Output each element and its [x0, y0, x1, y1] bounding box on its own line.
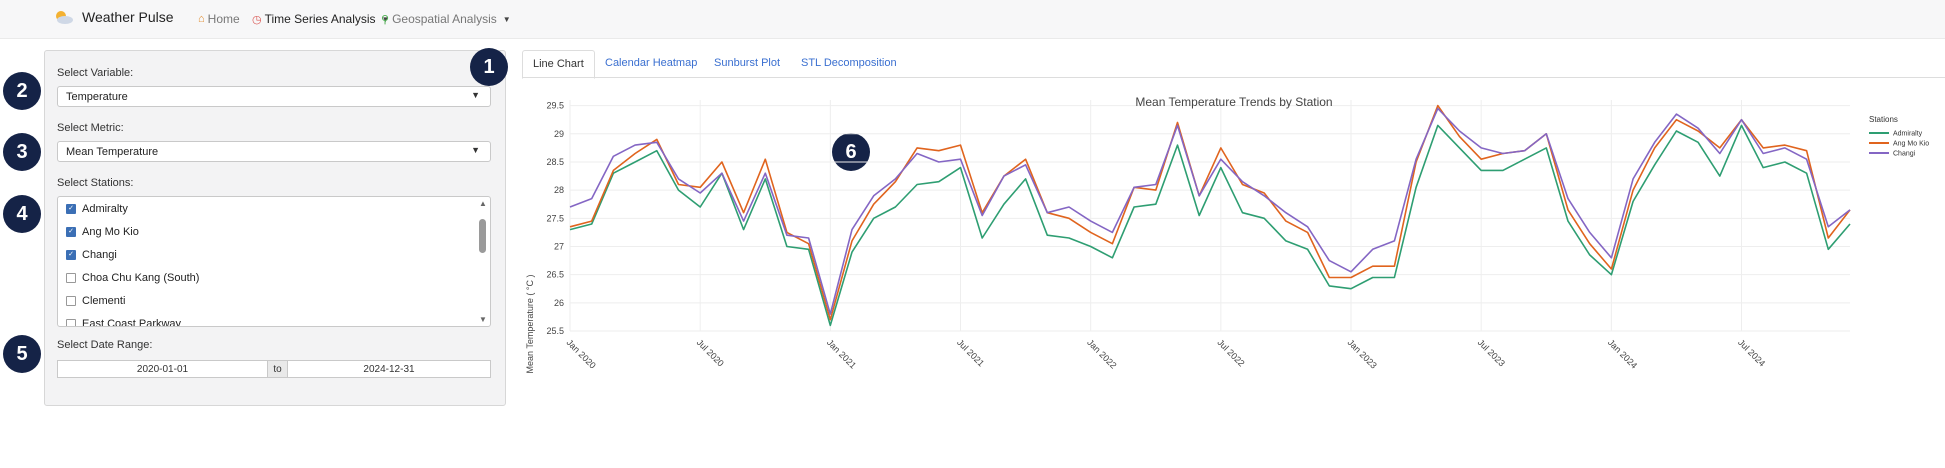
checkbox-unchecked[interactable] — [66, 273, 76, 283]
scrollbar-thumb[interactable] — [479, 219, 486, 253]
top-navbar: Weather Pulse ⌂ Home ◷ Time Series Analy… — [0, 0, 1945, 39]
x-tick-label: Jan 2023 — [1346, 337, 1379, 370]
chart-series — [569, 104, 1851, 327]
annotation-badge-2: 2 — [3, 72, 41, 110]
y-axis-label: Mean Temperature ( °C ) — [525, 275, 535, 374]
x-tick-label: Jul 2020 — [695, 337, 726, 368]
y-tick-label: 27 — [554, 241, 564, 251]
station-option[interactable]: Choa Chu Kang (South) — [66, 272, 199, 284]
y-tick-label: 29.5 — [546, 101, 564, 111]
nav-time-series-label: Time Series Analysis — [264, 12, 376, 26]
station-option[interactable]: ✓ Admiralty — [66, 203, 128, 215]
annotation-badge-3: 3 — [3, 133, 41, 171]
station-option[interactable]: ✓ Ang Mo Kio — [66, 226, 139, 238]
variable-select[interactable]: Temperature ▼ — [57, 86, 491, 107]
checkbox-unchecked[interactable] — [66, 319, 76, 326]
station-option-label: Ang Mo Kio — [82, 226, 139, 238]
tab-line-chart[interactable]: Line Chart — [522, 50, 595, 79]
tab-divider — [522, 77, 1945, 78]
legend-item-label[interactable]: Ang Mo Kio — [1893, 141, 1929, 148]
chevron-down-icon: ▼ — [471, 145, 480, 155]
legend-title: Stations — [1869, 115, 1898, 124]
x-tick-label: Jul 2021 — [955, 337, 986, 368]
station-option[interactable]: Clementi — [66, 295, 125, 307]
date-range-separator: to — [267, 360, 288, 378]
y-tick-label: 28.5 — [546, 157, 564, 167]
tab-calendar-heatmap[interactable]: Calendar Heatmap — [605, 50, 697, 77]
line-chart: Mean Temperature Trends by Station Mean … — [525, 95, 1929, 374]
x-tick-label: Jan 2021 — [825, 337, 858, 370]
annotation-badge-5: 5 — [3, 335, 41, 373]
station-option-label: Choa Chu Kang (South) — [82, 272, 200, 284]
chevron-down-icon: ▼ — [471, 90, 480, 100]
nav-geospatial-label: Geospatial Analysis — [392, 12, 497, 26]
legend-item-label[interactable]: Admiralty — [1893, 131, 1923, 138]
nav-geospatial-analysis[interactable]: ⚲ Geospatial Analysis ▼ — [381, 12, 511, 26]
stations-label: Select Stations: — [57, 177, 134, 189]
home-icon: ⌂ — [198, 13, 205, 25]
x-tick-label: Jan 2022 — [1085, 337, 1118, 370]
annotation-badge-4: 4 — [3, 195, 41, 233]
scroll-down-icon[interactable]: ▼ — [478, 315, 488, 324]
x-axis-ticks: Jan 2020 Jul 2020 Jan 2021 Jul 2021 Jan 2022… — [565, 337, 1768, 370]
legend-item-label[interactable]: Changi — [1893, 151, 1916, 158]
nav-home-label: Home — [207, 12, 240, 26]
y-tick-label: 26.5 — [546, 270, 564, 280]
stations-listbox[interactable]: ✓ Admiralty ✓ Ang Mo Kio ✓ Changi Choa C… — [57, 196, 491, 327]
station-option-label: Changi — [82, 249, 117, 261]
date-range-label: Select Date Range: — [57, 339, 153, 351]
y-axis-ticks: 25.5 26 26.5 27 27.5 28 28.5 29 29.5 — [546, 101, 564, 336]
chart-legend[interactable]: Stations Admiralty Ang Mo Kio Changi — [1869, 115, 1929, 158]
chevron-down-icon: ▼ — [502, 14, 511, 24]
station-option[interactable]: ✓ Changi — [66, 249, 117, 261]
nav-home[interactable]: ⌂ Home — [198, 12, 240, 26]
x-tick-label: Jan 2020 — [565, 337, 598, 370]
date-end-input[interactable]: 2024-12-31 — [287, 360, 491, 378]
checkbox-checked[interactable]: ✓ — [66, 204, 76, 214]
x-tick-label: Jan 2024 — [1606, 337, 1639, 370]
nav-time-series-analysis[interactable]: ◷ Time Series Analysis ▼ — [252, 12, 389, 26]
station-option[interactable]: East Coast Parkway — [66, 318, 182, 327]
brand[interactable]: Weather Pulse — [52, 9, 174, 25]
station-option-label: East Coast Parkway — [82, 318, 182, 327]
sun-cloud-icon — [52, 9, 74, 25]
series-line-admiralty[interactable] — [569, 124, 1851, 327]
stations-scrollbar[interactable]: ▲ ▼ — [478, 199, 488, 324]
annotation-badge-1: 1 — [470, 48, 508, 86]
x-tick-label: Jul 2024 — [1736, 337, 1767, 368]
checkbox-unchecked[interactable] — [66, 296, 76, 306]
metric-select-value: Mean Temperature — [66, 146, 159, 158]
clock-icon: ◷ — [252, 13, 262, 26]
tab-stl-decomposition[interactable]: STL Decomposition — [801, 50, 897, 77]
y-tick-label: 25.5 — [546, 326, 564, 336]
scroll-up-icon[interactable]: ▲ — [478, 199, 488, 208]
variable-label: Select Variable: — [57, 67, 134, 79]
checkbox-checked[interactable]: ✓ — [66, 227, 76, 237]
variable-select-value: Temperature — [66, 91, 128, 103]
app-title: Weather Pulse — [82, 9, 174, 25]
station-option-label: Clementi — [82, 295, 126, 307]
station-option-label: Admiralty — [82, 203, 128, 215]
sidebar-panel: Select Variable: Temperature ▼ Select Me… — [44, 50, 506, 406]
metric-select[interactable]: Mean Temperature ▼ — [57, 141, 491, 162]
y-tick-label: 27.5 — [546, 213, 564, 223]
y-tick-label: 28 — [554, 185, 564, 195]
chart-title: Mean Temperature Trends by Station — [1135, 95, 1332, 109]
map-pin-icon: ⚲ — [381, 13, 390, 26]
metric-label: Select Metric: — [57, 122, 124, 134]
tab-sunburst-plot[interactable]: Sunburst Plot — [714, 50, 780, 77]
x-tick-label: Jul 2023 — [1476, 337, 1507, 368]
series-line-changi[interactable] — [569, 107, 1851, 315]
chart-grid — [569, 100, 1850, 332]
x-tick-label: Jul 2022 — [1215, 337, 1246, 368]
y-tick-label: 26 — [554, 298, 564, 308]
y-tick-label: 29 — [554, 129, 564, 139]
checkbox-checked[interactable]: ✓ — [66, 250, 76, 260]
date-start-input[interactable]: 2020-01-01 — [57, 360, 268, 378]
